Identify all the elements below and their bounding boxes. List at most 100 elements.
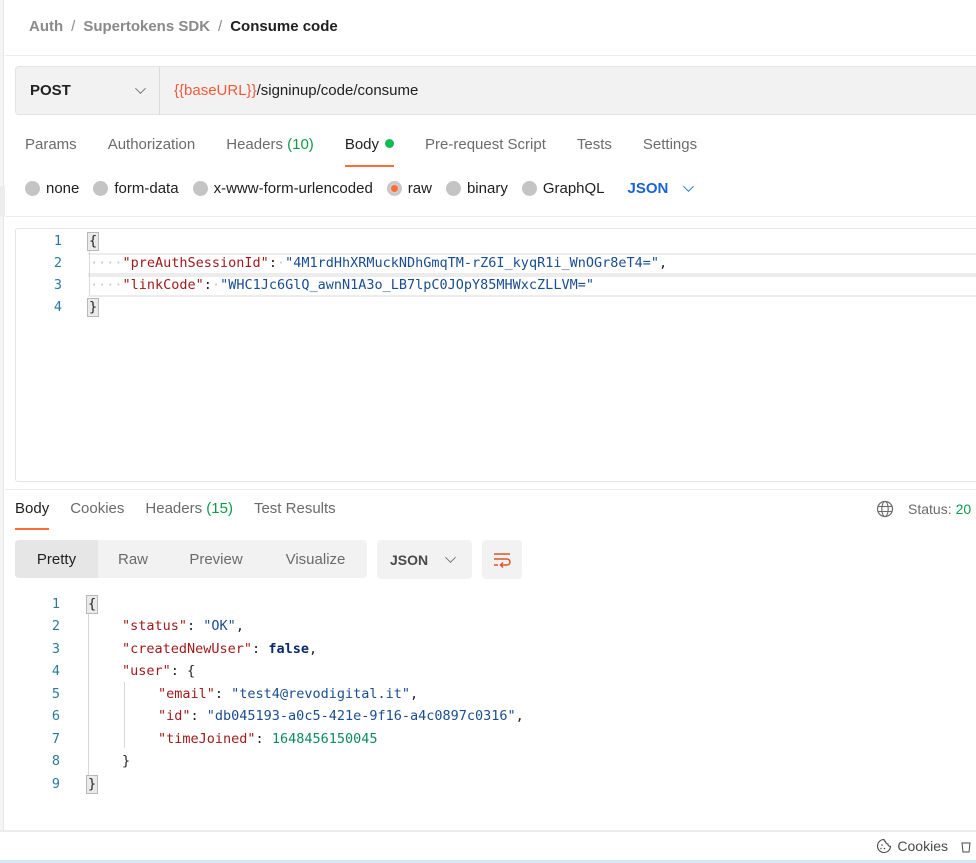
url-variable: {{baseURL}} bbox=[174, 82, 257, 99]
radio-circle[interactable] bbox=[25, 181, 40, 196]
json-key: "linkCode" bbox=[122, 277, 204, 293]
response-tabs: Body Cookies Headers (15) Test Results bbox=[15, 500, 357, 530]
json-key: "preAuthSessionId" bbox=[122, 255, 269, 271]
url-input[interactable]: {{baseURL}}/signinup/code/consume bbox=[160, 67, 976, 114]
response-tab-test-results[interactable]: Test Results bbox=[254, 500, 336, 530]
response-view-modes: Pretty Raw Preview Visualize bbox=[15, 540, 367, 578]
mode-label: Visualize bbox=[285, 550, 346, 568]
line-number: 2 bbox=[51, 618, 60, 634]
tab-params[interactable]: Params bbox=[25, 136, 77, 168]
radio-form-data[interactable]: form-data bbox=[93, 180, 179, 197]
radio-label: x-www-form-urlencoded bbox=[213, 180, 373, 197]
status-value[interactable]: 20 bbox=[956, 501, 972, 517]
view-mode-pretty[interactable]: Pretty bbox=[15, 540, 98, 578]
wrap-lines-button[interactable] bbox=[482, 540, 522, 579]
view-mode-preview[interactable]: Preview bbox=[168, 540, 264, 578]
tab-authorization[interactable]: Authorization bbox=[108, 136, 196, 168]
line-number: 6 bbox=[51, 708, 60, 724]
cookies-button[interactable]: Cookies bbox=[876, 838, 948, 854]
tab-label: Body bbox=[15, 500, 50, 517]
tab-label: Headers bbox=[145, 500, 203, 517]
radio-x-www-form-urlencoded[interactable]: x-www-form-urlencoded bbox=[192, 180, 373, 197]
radio-circle[interactable] bbox=[445, 181, 461, 196]
json-value: false bbox=[268, 641, 309, 657]
tab-label: Authorization bbox=[107, 136, 196, 153]
radio-label: raw bbox=[407, 180, 432, 197]
response-format-select[interactable]: JSON bbox=[377, 540, 472, 579]
code-content: "user": { bbox=[122, 663, 196, 679]
radio-circle[interactable] bbox=[93, 181, 109, 196]
json-key: "email" bbox=[158, 686, 215, 702]
tab-pre-request-script[interactable]: Pre-request Script bbox=[425, 136, 546, 168]
method-select[interactable]: POST bbox=[16, 67, 160, 114]
breadcrumb-item-supertokens-sdk[interactable]: Supertokens SDK bbox=[83, 18, 210, 35]
json-key: "user" bbox=[122, 663, 171, 679]
radio-label: binary bbox=[466, 180, 508, 197]
response-status: Status: 20 bbox=[876, 500, 971, 518]
radio-circle[interactable] bbox=[521, 181, 537, 196]
json-value: "OK" bbox=[203, 618, 236, 634]
line-number: 1 bbox=[53, 233, 62, 249]
json-punct: , bbox=[409, 686, 419, 702]
breadcrumb-separator: / bbox=[71, 17, 76, 35]
cookie-icon bbox=[877, 838, 892, 854]
mode-label: Preview bbox=[189, 550, 243, 568]
chevron-down-icon bbox=[135, 82, 146, 94]
url-path: /signinup/code/consume bbox=[256, 82, 419, 99]
trash-icon[interactable] bbox=[961, 839, 971, 853]
line-number: 8 bbox=[51, 753, 60, 769]
brace-open: { bbox=[86, 594, 99, 614]
brace-open: { bbox=[187, 663, 196, 679]
tab-tests[interactable]: Tests bbox=[577, 136, 612, 168]
indent-guide bbox=[124, 682, 125, 748]
headers-count: (15) bbox=[206, 500, 233, 517]
breadcrumb-current[interactable]: Consume code bbox=[230, 18, 338, 35]
json-value: "test4@revodigital.it" bbox=[231, 686, 410, 702]
radio-label: form-data bbox=[114, 180, 179, 197]
radio-none[interactable]: none bbox=[25, 180, 79, 197]
json-punct: , bbox=[235, 618, 244, 634]
code-content: "createdNewUser": false, bbox=[122, 641, 318, 657]
json-key: "createdNewUser" bbox=[122, 641, 253, 657]
radio-graphql[interactable]: GraphQL bbox=[521, 180, 605, 197]
radio-raw[interactable]: raw bbox=[386, 180, 432, 197]
line-number: 2 bbox=[53, 255, 62, 271]
line-number: 7 bbox=[51, 731, 60, 747]
json-punct: , bbox=[515, 708, 524, 724]
json-punct: , bbox=[658, 255, 668, 271]
response-tab-headers[interactable]: Headers (15) bbox=[145, 500, 233, 530]
code-content: "email": "test4@revodigital.it", bbox=[158, 686, 419, 702]
tab-label: Cookies bbox=[70, 500, 125, 517]
brace-close: } bbox=[122, 753, 131, 769]
response-tab-cookies[interactable]: Cookies bbox=[70, 500, 124, 530]
radio-label: GraphQL bbox=[542, 180, 605, 197]
breadcrumb-item-auth[interactable]: Auth bbox=[29, 18, 63, 35]
request-body-editor[interactable]: 1 { 2 ····"preAuthSessionId":·"4M1rdHhXR… bbox=[15, 228, 976, 482]
divider bbox=[5, 489, 976, 490]
line-number: 1 bbox=[51, 596, 60, 612]
view-mode-visualize[interactable]: Visualize bbox=[264, 540, 367, 578]
cookies-label: Cookies bbox=[897, 838, 948, 854]
breadcrumb: Auth / Supertokens SDK / Consume code bbox=[29, 16, 338, 36]
response-tab-body[interactable]: Body bbox=[15, 500, 50, 530]
view-mode-raw[interactable]: Raw bbox=[98, 540, 168, 578]
brace-open: { bbox=[87, 231, 100, 251]
line-number: 9 bbox=[51, 776, 60, 792]
tab-body[interactable]: Body bbox=[344, 136, 395, 168]
headers-count: (10) bbox=[287, 136, 314, 153]
tab-settings[interactable]: Settings bbox=[643, 136, 697, 168]
body-language-select[interactable]: JSON bbox=[627, 180, 695, 197]
chevron-down-icon bbox=[683, 180, 695, 192]
tab-label: Headers bbox=[226, 136, 283, 153]
language-label: JSON bbox=[627, 180, 669, 197]
divider bbox=[5, 216, 976, 217]
line-number: 4 bbox=[53, 299, 62, 315]
json-key: "timeJoined" bbox=[158, 731, 256, 747]
radio-circle-checked[interactable] bbox=[386, 181, 402, 196]
response-body-viewer[interactable]: 1 { 2 "status": "OK", 3 "createdNewUser"… bbox=[0, 592, 976, 802]
tab-headers[interactable]: Headers (10) bbox=[226, 136, 314, 168]
globe-icon[interactable] bbox=[876, 500, 894, 518]
radio-circle[interactable] bbox=[192, 181, 208, 196]
tab-label: Body bbox=[344, 136, 380, 153]
radio-binary[interactable]: binary bbox=[445, 180, 508, 197]
